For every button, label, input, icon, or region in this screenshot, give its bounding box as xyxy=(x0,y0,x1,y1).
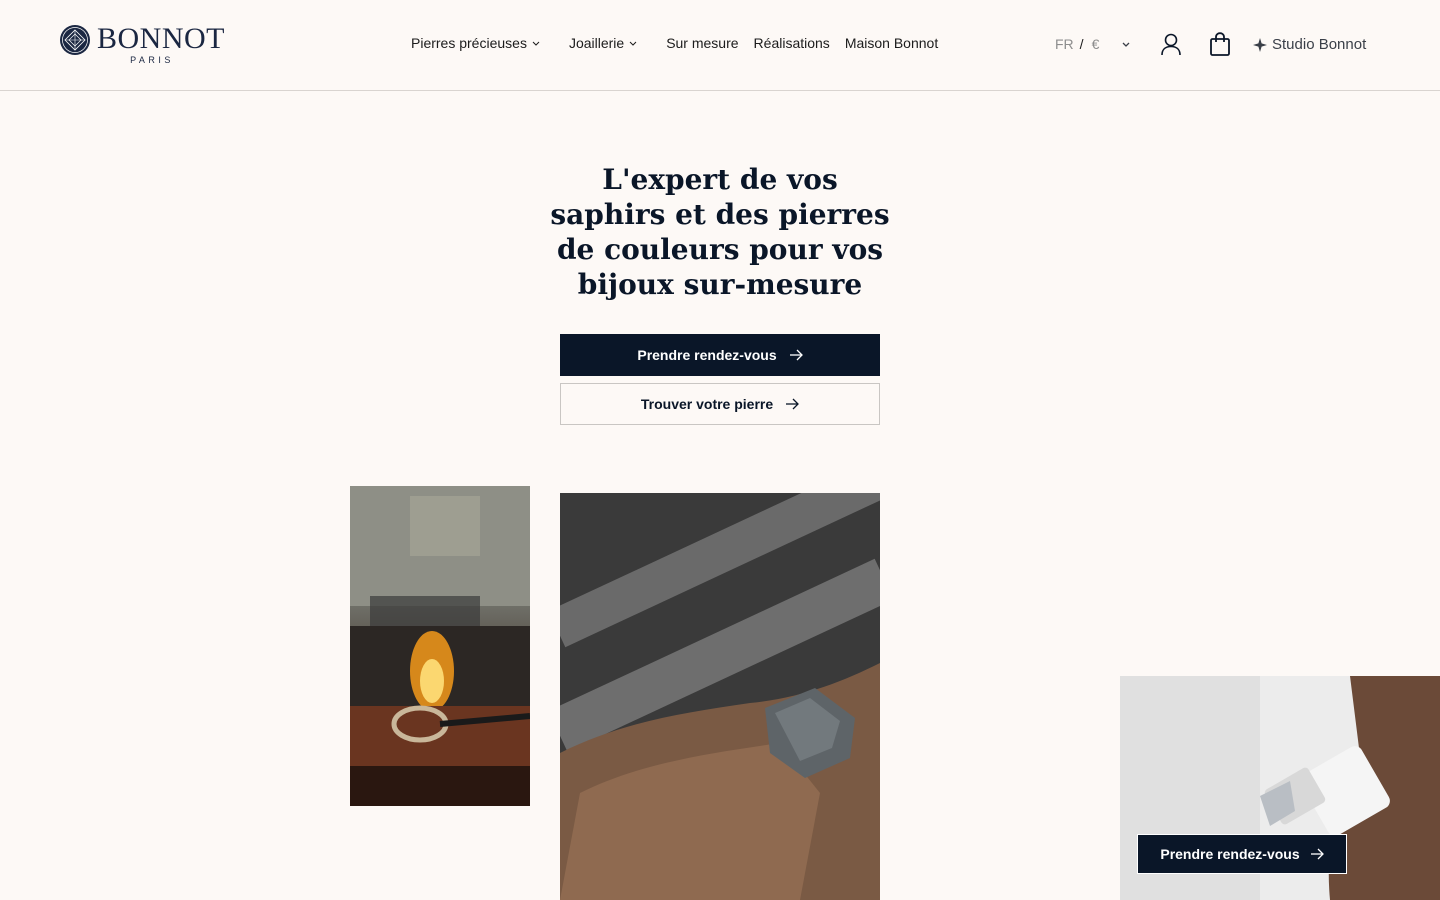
site-header: BONNOT PARIS Pierres précieuses Joailler… xyxy=(0,0,1440,91)
chevron-down-icon xyxy=(532,41,540,46)
nav-item-label: Pierres précieuses xyxy=(411,35,527,51)
nav-item-label: Sur mesure xyxy=(666,35,739,51)
chevron-down-icon xyxy=(629,41,637,46)
button-label: Trouver votre pierre xyxy=(640,396,774,412)
nav-item-label: Joaillerie xyxy=(568,35,625,51)
user-icon[interactable] xyxy=(1160,32,1182,56)
brand-tagline: PARIS xyxy=(130,55,174,65)
jeweler-torch-ring-image xyxy=(350,486,530,806)
nav-item-pierres-precieuses[interactable]: Pierres précieuses xyxy=(411,35,541,51)
nav-item-label: Maison Bonnot xyxy=(844,35,939,51)
find-stone-button[interactable]: Trouver votre pierre xyxy=(560,383,880,425)
nav-item-realisations[interactable]: Réalisations xyxy=(754,35,830,51)
currency-symbol: € xyxy=(1091,36,1100,52)
nav-item-maison-bonnot[interactable]: Maison Bonnot xyxy=(845,35,938,51)
logo-gem-icon xyxy=(60,25,90,55)
floating-appointment-button[interactable]: Prendre rendez-vous xyxy=(1137,834,1347,874)
nav-item-sur-mesure[interactable]: Sur mesure xyxy=(666,35,738,51)
book-appointment-button[interactable]: Prendre rendez-vous xyxy=(560,334,880,376)
language-code: FR xyxy=(1055,36,1074,52)
chevron-down-icon xyxy=(1122,42,1130,47)
main-nav: Pierres précieuses Joaillerie Sur mesure… xyxy=(411,35,938,51)
rough-stone-hand-image xyxy=(560,493,880,900)
locale-separator: / xyxy=(1079,36,1084,52)
shopping-bag-icon[interactable] xyxy=(1209,32,1231,57)
hero-title: L'expert de vos saphirs et des pierres d… xyxy=(550,163,890,301)
nav-item-joaillerie[interactable]: Joaillerie xyxy=(569,35,638,51)
button-label: Prendre rendez-vous xyxy=(1160,846,1300,862)
arrow-right-icon xyxy=(786,398,800,410)
arrow-right-icon xyxy=(1310,848,1324,860)
studio-bonnot-label: Studio Bonnot xyxy=(1272,36,1367,53)
studio-bonnot-link[interactable]: Studio Bonnot xyxy=(1253,36,1366,53)
brand-logo[interactable]: BONNOT PARIS xyxy=(59,24,225,65)
arrow-right-icon xyxy=(789,349,803,361)
brand-name: BONNOT xyxy=(97,22,225,55)
nav-item-label: Réalisations xyxy=(753,35,830,51)
locale-selector[interactable]: FR / € xyxy=(1055,36,1131,52)
button-label: Prendre rendez-vous xyxy=(637,347,777,363)
sparkle-icon xyxy=(1253,37,1267,52)
